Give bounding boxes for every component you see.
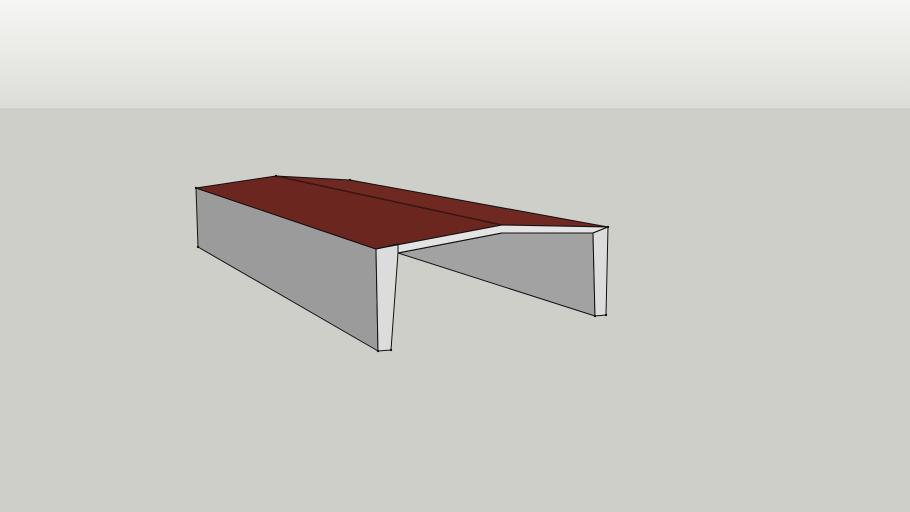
vertex-dot (376, 349, 380, 353)
front-frame-right-post (592, 226, 609, 317)
vertex-dot (196, 245, 200, 249)
vertex-dot (194, 186, 198, 190)
vertex-dot (604, 313, 608, 317)
ground-plane (0, 109, 910, 512)
vertex-dot (606, 225, 610, 229)
vertex-dot (274, 174, 278, 178)
vertex-dot (389, 348, 393, 352)
sky (0, 0, 910, 109)
vertex-dot (593, 314, 597, 318)
vertex-dot (348, 178, 352, 182)
3d-viewport[interactable] (0, 0, 910, 512)
